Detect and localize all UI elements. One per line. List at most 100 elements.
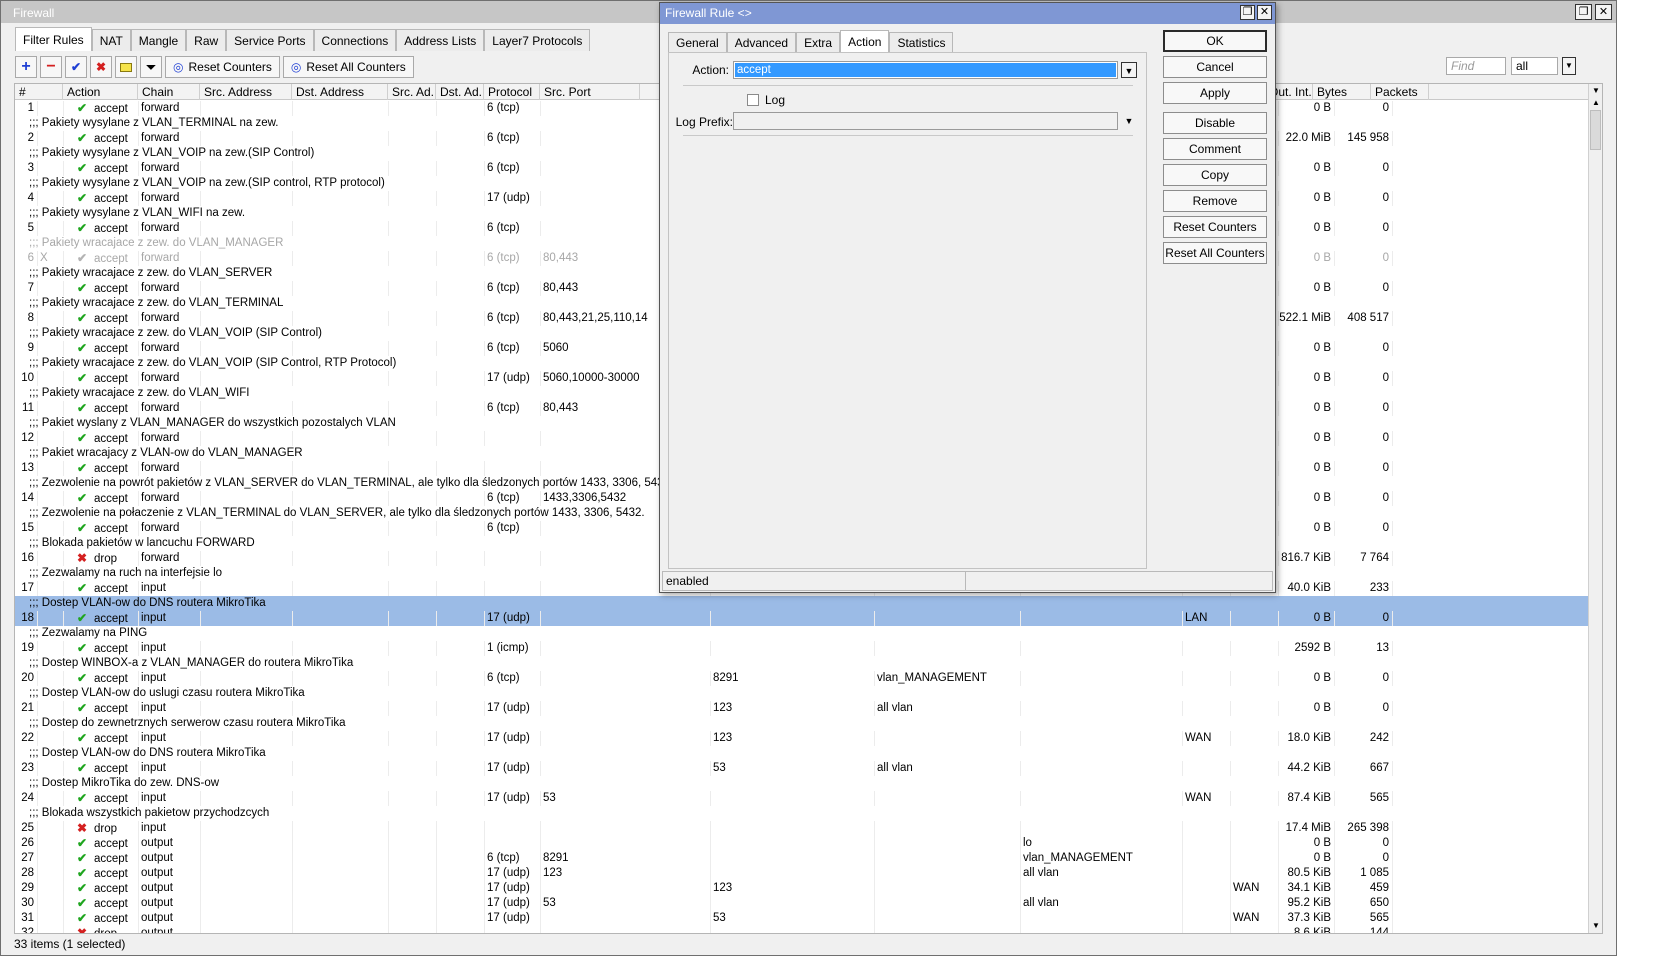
tab-connections[interactable]: Connections: [313, 29, 397, 51]
table-row[interactable]: 31 ✔ accept output 17 (udp) 53 WAN 37.3 KiB 565: [15, 911, 1590, 926]
table-row[interactable]: 26 ✔ accept output lo 0 B 0: [15, 836, 1590, 851]
column-header[interactable]: Src. Address: [200, 84, 292, 100]
remove-button[interactable]: Remove: [1163, 190, 1267, 212]
table-row[interactable]: 19 ✔ accept input 1 (icmp) 2592 B 13: [15, 641, 1590, 656]
window-title: Firewall: [13, 6, 55, 20]
table-row[interactable]: 30 ✔ accept output 17 (udp) 53 all vlan 95.2 Ki…: [15, 896, 1590, 911]
accept-icon: ✔: [77, 281, 88, 295]
filter-dropdown-icon[interactable]: ▼: [1562, 57, 1576, 75]
apply-button[interactable]: Apply: [1163, 82, 1267, 104]
rule-dst-port: 8291: [713, 672, 739, 684]
rule-chain: forward: [141, 222, 180, 234]
column-header[interactable]: #: [15, 84, 63, 100]
log-prefix-input[interactable]: [733, 112, 1118, 130]
rule-number: 31: [21, 912, 34, 924]
table-row[interactable]: 29 ✔ accept output 17 (udp) 123 WAN 34.1 KiB 459: [15, 881, 1590, 896]
tab-extra[interactable]: Extra: [796, 32, 841, 52]
rule-comment: ;;; Dostep VLAN-ow do DNS routera MikroT…: [29, 747, 266, 759]
tab-filter-rules[interactable]: Filter Rules: [15, 27, 92, 51]
table-row[interactable]: 21 ✔ accept input 17 (udp) 123 all vlan 0 B 0: [15, 701, 1590, 716]
column-header[interactable]: Action: [63, 84, 138, 100]
find-input[interactable]: Find: [1446, 57, 1506, 75]
scroll-thumb[interactable]: [1590, 110, 1601, 150]
table-row[interactable]: 23 ✔ accept input 17 (udp) 53 all vlan 44.2 KiB…: [15, 761, 1590, 776]
reset-all-counters-button[interactable]: Reset All Counters: [1163, 242, 1267, 264]
tab-service-ports[interactable]: Service Ports: [226, 29, 314, 51]
reset-counters-button[interactable]: Reset Counters: [1163, 216, 1267, 238]
disable-button[interactable]: Disable: [1163, 112, 1267, 134]
comment-button[interactable]: Comment: [1163, 138, 1267, 160]
rule-number: 25: [21, 822, 34, 834]
action-select[interactable]: accept: [733, 61, 1118, 79]
rule-number: 26: [21, 837, 34, 849]
ok-button[interactable]: OK: [1163, 30, 1267, 52]
rule-comment-row[interactable]: ;;; Dostep VLAN-ow do uslugi czasu route…: [15, 686, 1590, 701]
tab-raw[interactable]: Raw: [186, 29, 227, 51]
action-dropdown-icon[interactable]: ▼: [1121, 62, 1137, 78]
tab-statistics[interactable]: Statistics: [889, 32, 954, 52]
rule-comment: ;;; Pakiety wracajace z zew. do VLAN_WIF…: [29, 387, 250, 399]
scroll-down-icon[interactable]: ▼: [1589, 919, 1602, 933]
maximize-icon[interactable]: ❐: [1575, 4, 1592, 20]
tab-general[interactable]: General: [668, 32, 727, 52]
disable-icon[interactable]: ✖: [90, 56, 112, 78]
rule-comment-row[interactable]: ;;; Dostep do zewnetrznych serwerow czas…: [15, 716, 1590, 731]
rule-bytes: 34.1 KiB: [1287, 882, 1331, 894]
tab-nat[interactable]: NAT: [91, 29, 131, 51]
tab-action[interactable]: Action: [840, 30, 890, 52]
rule-comment-row[interactable]: ;;; Dostep VLAN-ow do DNS routera MikroT…: [15, 596, 1590, 611]
reset-counters-button[interactable]: ◎ Reset Counters: [165, 56, 280, 78]
tab-address-lists[interactable]: Address Lists: [396, 29, 485, 51]
tab-advanced[interactable]: Advanced: [726, 32, 797, 52]
rule-action: ✔ accept: [63, 671, 138, 686]
tab-mangle[interactable]: Mangle: [130, 29, 187, 51]
add-icon[interactable]: +: [15, 56, 37, 78]
filter-select[interactable]: all: [1511, 57, 1558, 75]
column-header[interactable]: Bytes: [1313, 84, 1371, 100]
accept-icon: ✔: [77, 761, 88, 775]
dialog-maximize-icon[interactable]: ❐: [1240, 5, 1255, 20]
remove-icon[interactable]: −: [40, 56, 62, 78]
reset-icon: ◎: [173, 60, 184, 74]
rule-comment-row[interactable]: ;;; Blokada wszystkich pakietow przychod…: [15, 806, 1590, 821]
column-header[interactable]: Protocol: [484, 84, 540, 100]
column-header[interactable]: Dst. Address: [292, 84, 388, 100]
table-row[interactable]: 22 ✔ accept input 17 (udp) 123 WAN 18.0 KiB 242: [15, 731, 1590, 746]
tab-layer7-protocols[interactable]: Layer7 Protocols: [484, 29, 591, 51]
cancel-button[interactable]: Cancel: [1163, 56, 1267, 78]
table-row[interactable]: 25 ✖ drop input 17.4 MiB 265 398: [15, 821, 1590, 836]
comment-icon[interactable]: [115, 56, 137, 78]
reset-all-counters-button[interactable]: ◎ Reset All Counters: [282, 56, 414, 78]
column-header[interactable]: Chain: [138, 84, 200, 100]
log-checkbox[interactable]: [747, 94, 759, 106]
filter-icon[interactable]: ⏷: [140, 56, 162, 78]
table-row[interactable]: 18 ✔ accept input 17 (udp) LAN 0 B 0: [15, 611, 1590, 626]
rule-protocol: 6 (tcp): [487, 282, 520, 294]
rule-bytes: 0 B: [1313, 282, 1331, 294]
dialog-titlebar[interactable]: Firewall Rule <> ❐ ✕: [660, 3, 1275, 24]
dialog-close-icon[interactable]: ✕: [1257, 5, 1272, 20]
rule-comment-row[interactable]: ;;; Dostep MikroTika do zew. DNS-ow: [15, 776, 1590, 791]
column-header[interactable]: Dst. Ad...: [436, 84, 484, 100]
column-header[interactable]: Src. Ad...: [388, 84, 436, 100]
table-row[interactable]: 28 ✔ accept output 17 (udp) 123 all vlan 80.5 K…: [15, 866, 1590, 881]
accept-icon: ✔: [77, 866, 88, 880]
copy-button[interactable]: Copy: [1163, 164, 1267, 186]
rule-comment-row[interactable]: ;;; Dostep VLAN-ow do DNS routera MikroT…: [15, 746, 1590, 761]
column-header[interactable]: Packets: [1371, 84, 1429, 100]
column-header[interactable]: Src. Port: [540, 84, 640, 100]
table-row[interactable]: 24 ✔ accept input 17 (udp) 53 WAN 87.4 KiB 565: [15, 791, 1590, 806]
close-icon[interactable]: ✕: [1595, 4, 1612, 20]
enable-icon[interactable]: ✔: [65, 56, 87, 78]
scroll-up-icon[interactable]: ▲: [1589, 96, 1602, 110]
rule-comment-row[interactable]: ;;; Dostep WINBOX-a z VLAN_MANAGER do ro…: [15, 656, 1590, 671]
rule-packets: 565: [1369, 912, 1389, 924]
log-prefix-dropdown-icon[interactable]: ▼: [1121, 113, 1137, 129]
table-row[interactable]: 20 ✔ accept input 6 (tcp) 8291 vlan_MANAGEMENT…: [15, 671, 1590, 686]
table-row[interactable]: 27 ✔ accept output 6 (tcp) 8291 vlan_MANAGEMEN…: [15, 851, 1590, 866]
rule-packets: 667: [1369, 762, 1389, 774]
table-row[interactable]: 32 ✖ drop output 8.6 KiB 144: [15, 926, 1590, 933]
vertical-scrollbar[interactable]: ▼ ▲ ▼: [1588, 84, 1602, 933]
rule-comment-row[interactable]: ;;; Zezwalamy na PING: [15, 626, 1590, 641]
divider: [683, 85, 1133, 86]
